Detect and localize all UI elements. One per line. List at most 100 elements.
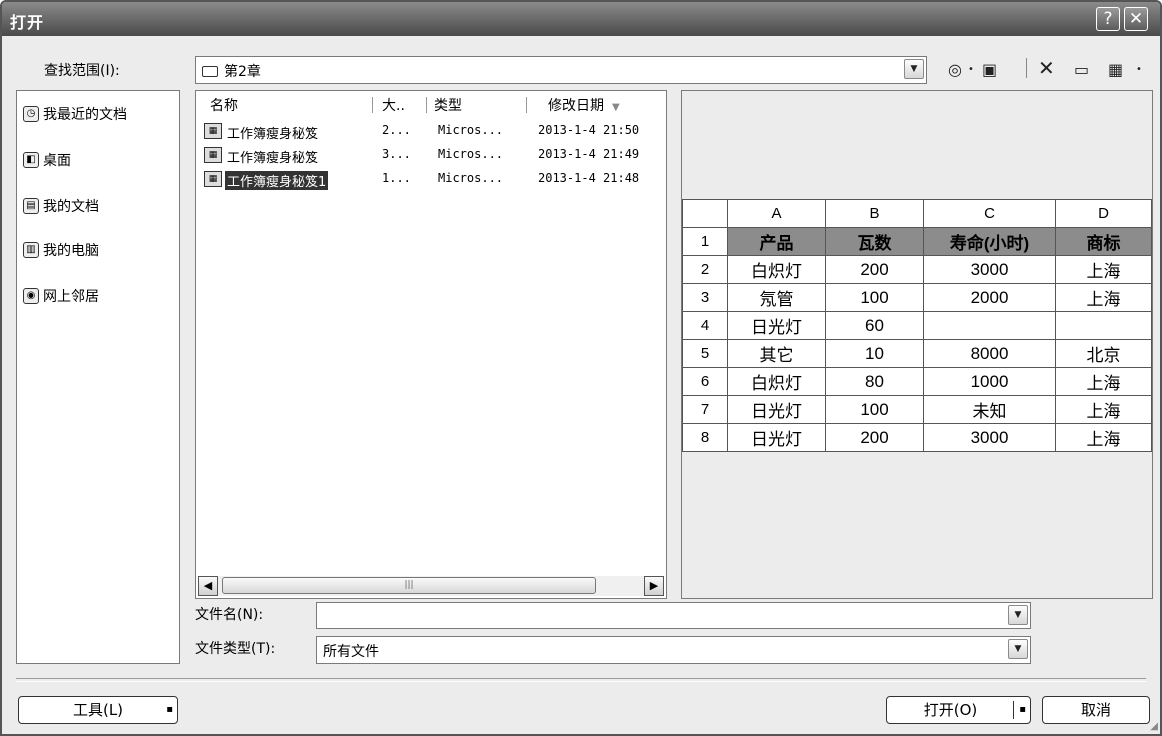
help-button[interactable]: ? [1096, 7, 1120, 31]
place-label: 网上邻居 [43, 289, 99, 305]
column-header-type[interactable]: 类型 [434, 95, 462, 115]
cell: 3000 [923, 423, 1056, 452]
column-header-row: A B C D [682, 199, 1152, 228]
file-type: Micros... [438, 171, 504, 185]
delete-icon[interactable]: ✕ [1038, 56, 1055, 80]
cancel-button[interactable]: 取消 [1042, 696, 1150, 724]
cell: 未知 [923, 395, 1056, 424]
place-my-documents[interactable]: ▤ 我的文档 [23, 195, 99, 217]
new-folder-icon[interactable]: ▭ [1074, 60, 1089, 79]
cell: 8000 [923, 339, 1056, 368]
file-type: Micros... [438, 123, 504, 137]
excel-file-icon: ▦ [204, 171, 222, 187]
horizontal-scrollbar[interactable]: ◀ ||| ▶ [198, 576, 664, 596]
file-modified: 2013-1-4 21:48 [538, 171, 640, 185]
lookin-folder-name: 第2章 [224, 64, 261, 80]
place-network[interactable]: ◉ 网上邻居 [23, 285, 99, 307]
filetype-dropdown-icon[interactable]: ▼ [1008, 639, 1028, 659]
table-row: 6 白炽灯 80 1000 上海 [682, 367, 1152, 396]
scroll-left-icon[interactable]: ◀ [198, 576, 218, 596]
cell: 200 [825, 423, 924, 452]
file-modified: 2013-1-4 21:50 [538, 123, 640, 137]
toolbar-separator [1026, 58, 1027, 78]
cancel-button-label: 取消 [1080, 701, 1111, 719]
views-dropdown-icon[interactable]: • [1136, 64, 1142, 75]
place-desktop[interactable]: ◧ 桌面 [23, 149, 71, 171]
row-number: 7 [682, 395, 728, 424]
place-recent[interactable]: ◷ 我最近的文档 [23, 103, 127, 125]
column-header-name[interactable]: 名称 [210, 95, 238, 115]
select-all-corner [682, 199, 728, 228]
filename-dropdown-icon[interactable]: ▼ [1008, 605, 1028, 625]
cell [923, 311, 1056, 340]
column-header-size[interactable]: 大.. [382, 95, 405, 115]
filename-label: 文件名(N): [195, 607, 264, 623]
file-size: 2... [382, 123, 411, 137]
back-icon[interactable]: ◎ [948, 60, 962, 79]
cell: 产品 [727, 227, 826, 256]
cell: 1000 [923, 367, 1056, 396]
column-separator[interactable] [426, 97, 427, 113]
my-documents-icon: ▤ [23, 198, 39, 214]
lookin-combo[interactable]: 第2章 ▼ [195, 56, 927, 84]
file-name: 工作簿瘦身秘笈 [227, 151, 319, 166]
column-separator[interactable] [372, 97, 373, 113]
row-number: 1 [682, 227, 728, 256]
filetype-value: 所有文件 [323, 644, 379, 660]
cell: 10 [825, 339, 924, 368]
cell: 80 [825, 367, 924, 396]
places-bar: ◷ 我最近的文档 ◧ 桌面 ▤ 我的文档 ▥ 我的电脑 ◉ 网上邻居 [16, 90, 180, 664]
back-dropdown-icon[interactable]: • [968, 64, 974, 75]
open-dropdown-icon[interactable]: ▪ [1019, 697, 1026, 723]
row-number: 4 [682, 311, 728, 340]
dialog-title: 打开 [10, 13, 45, 32]
row-number: 5 [682, 339, 728, 368]
excel-file-icon: ▦ [204, 123, 222, 139]
column-header-modified[interactable]: 修改日期 ▼ [548, 95, 620, 115]
table-row: 2 白炽灯 200 3000 上海 [682, 255, 1152, 284]
network-icon: ◉ [23, 288, 39, 304]
close-button[interactable]: ✕ [1124, 7, 1148, 31]
place-my-computer[interactable]: ▥ 我的电脑 [23, 239, 99, 261]
place-label: 我的文档 [43, 199, 99, 215]
cell: 上海 [1055, 395, 1152, 424]
cell: 其它 [727, 339, 826, 368]
file-type: Micros... [438, 147, 504, 161]
scrollbar-thumb[interactable]: ||| [222, 577, 596, 594]
cell: 日光灯 [727, 311, 826, 340]
cell: 白炽灯 [727, 255, 826, 284]
cell: 白炽灯 [727, 367, 826, 396]
my-computer-icon: ▥ [23, 242, 39, 258]
cell: 日光灯 [727, 423, 826, 452]
resize-grip-icon[interactable]: ◢ [1150, 721, 1158, 732]
cell: 氖管 [727, 283, 826, 312]
column-header: C [923, 199, 1056, 228]
column-separator[interactable] [526, 97, 527, 113]
table-row: 3 氖管 100 2000 上海 [682, 283, 1152, 312]
up-folder-icon[interactable]: ▣ [982, 60, 997, 79]
open-dialog: 打开 ? ✕ 查找范围(I): 第2章 ▼ ◎ • ▣ ✕ ▭ ▦ • ◷ 我最近… [0, 0, 1162, 736]
table-row: 7 日光灯 100 未知 上海 [682, 395, 1152, 424]
column-header: B [825, 199, 924, 228]
file-list[interactable]: 名称 大.. 类型 修改日期 ▼ ▦ 工作簿瘦身秘笈 2... Micros...… [195, 90, 667, 599]
views-icon[interactable]: ▦ [1108, 60, 1123, 79]
cell: 100 [825, 283, 924, 312]
filename-input[interactable]: ▼ [316, 602, 1031, 629]
tools-button[interactable]: 工具(L) ▪ [18, 696, 178, 724]
filetype-select[interactable]: 所有文件 ▼ [316, 636, 1031, 664]
cell: 60 [825, 311, 924, 340]
scroll-right-icon[interactable]: ▶ [644, 576, 664, 596]
open-button[interactable]: 打开(O) ▪ [886, 696, 1031, 724]
row-number: 3 [682, 283, 728, 312]
recent-documents-icon: ◷ [23, 106, 39, 122]
row-number: 6 [682, 367, 728, 396]
sort-descending-icon: ▼ [612, 102, 620, 113]
cell [1055, 311, 1152, 340]
open-button-label: 打开(O) [923, 701, 978, 719]
lookin-dropdown-icon[interactable]: ▼ [904, 59, 924, 79]
cell: 200 [825, 255, 924, 284]
open-split-divider [1013, 701, 1014, 719]
place-label: 桌面 [43, 153, 71, 169]
table-row: 1 产品 瓦数 寿命(小时) 商标 [682, 227, 1152, 256]
table-row: 5 其它 10 8000 北京 [682, 339, 1152, 368]
